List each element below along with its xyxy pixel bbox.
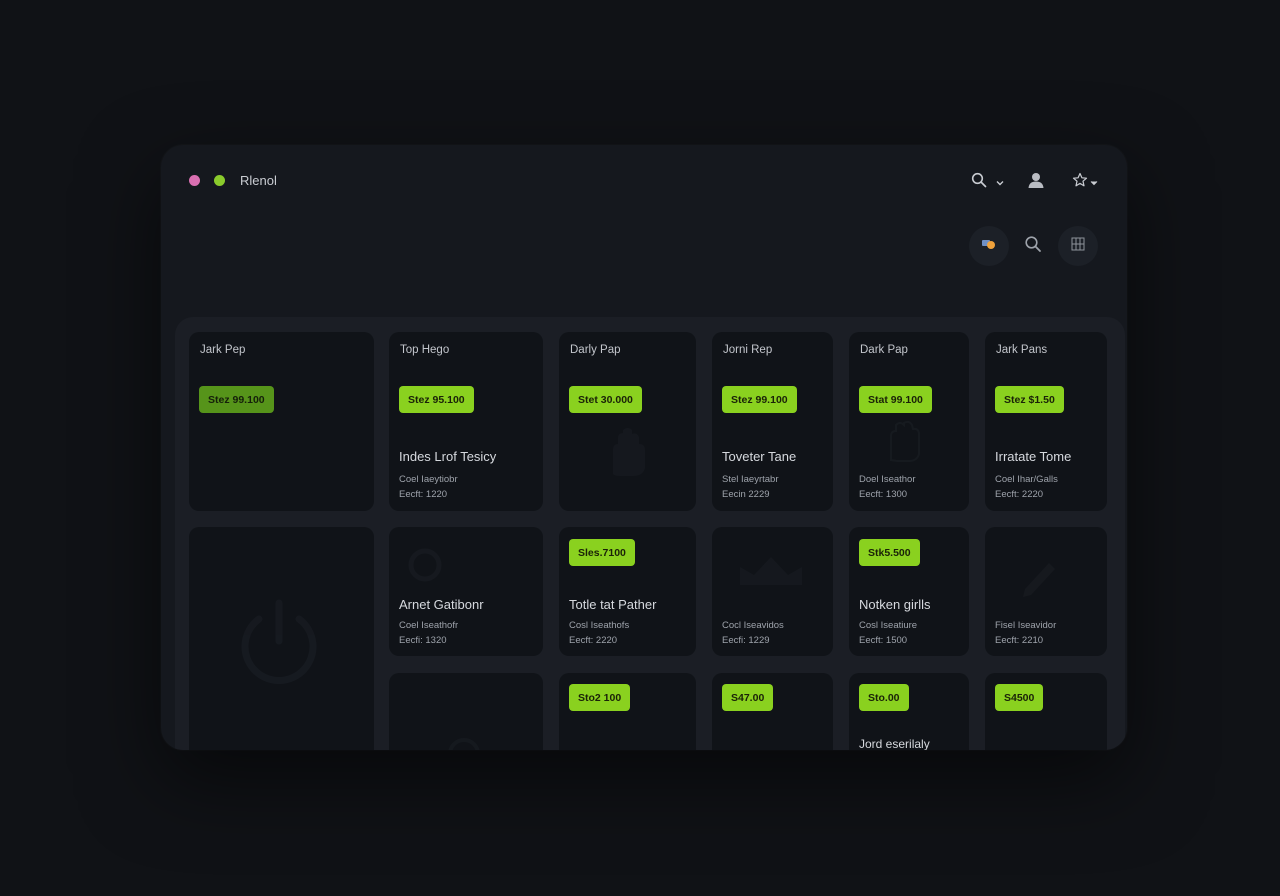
grid-button[interactable] — [1058, 226, 1098, 266]
product-meta: Coel Ihar/Galls — [995, 474, 1058, 485]
product-card[interactable]: Fisel Iseavidor Eecft: 2210 — [985, 527, 1107, 656]
product-meta: Coel Iaeytiobr — [399, 474, 458, 485]
power-icon — [241, 599, 317, 684]
price-badge[interactable]: Stk5.500 — [859, 539, 920, 566]
product-name: Toveter Tane — [722, 449, 797, 464]
product-name: Indes Lrof Tesicy — [399, 449, 497, 464]
search-button[interactable] — [1013, 226, 1053, 266]
card-title: Dark Pap — [860, 344, 908, 356]
price-badge[interactable]: S4500 — [995, 684, 1044, 711]
product-meta: Coel Iseathofr — [399, 620, 459, 631]
product-crown-icon — [740, 557, 802, 585]
product-meta: Cosl Iseatiure — [859, 620, 918, 631]
product-name: Totle tat Pather — [569, 597, 657, 612]
price-badge[interactable]: Stez 99.100 — [199, 386, 274, 413]
price-badge[interactable]: Sto.00 — [859, 684, 909, 711]
price-badge[interactable]: Stet 30.000 — [569, 386, 642, 413]
product-card[interactable]: Jark Pans Stez $1.50 Irratate Tome Coel … — [985, 332, 1107, 511]
app-title: Rlenol — [240, 173, 277, 188]
product-meta: Eecft: 2220 — [995, 489, 1044, 500]
product-grid: Jark Pep Stez 99.100 Top Hego Stez 95.10… — [175, 317, 1125, 750]
search-icon — [1024, 235, 1042, 258]
product-card[interactable]: Jorni Rep Stez 99.100 Toveter Tane Stel … — [712, 332, 833, 511]
product-shape-icon — [448, 738, 480, 750]
product-card[interactable]: Sto.00 Jord eserilaly — [849, 673, 969, 750]
product-card[interactable]: Sto2 100 — [559, 673, 696, 750]
chevron-down-icon[interactable] — [995, 175, 1005, 186]
product-card[interactable]: Jark Pep Stez 99.100 — [189, 332, 374, 511]
chevron-down-icon[interactable] — [1089, 175, 1099, 186]
product-card[interactable]: Stk5.500 Notken girlls Cosl Iseatiure Ee… — [849, 527, 969, 656]
app-window: Rlenol Jark Pep Stez 99.100 Top Hego Ste… — [161, 145, 1127, 750]
product-meta: Eecin 2229 — [722, 489, 770, 500]
product-card[interactable]: Arnet Gatibonr Coel Iseathofr Eecfi: 132… — [389, 527, 543, 656]
product-card[interactable]: Dark Pap Stat 99.100 Doel Iseathor Eecft… — [849, 332, 969, 511]
product-meta: Stel Iaeyrtabr — [722, 474, 779, 485]
product-card[interactable]: S4500 — [985, 673, 1107, 750]
product-card[interactable]: Top Hego Stez 95.100 Indes Lrof Tesicy C… — [389, 332, 543, 511]
price-badge[interactable]: Stez 99.100 — [722, 386, 797, 413]
product-ring-icon — [408, 548, 442, 582]
card-title: Jorni Rep — [723, 344, 773, 356]
product-meta: Doel Iseathor — [859, 474, 916, 485]
product-name: Arnet Gatibonr — [399, 597, 484, 612]
badge-icon — [981, 237, 997, 256]
price-badge[interactable]: Stat 99.100 — [859, 386, 932, 413]
card-title: Top Hego — [400, 344, 450, 356]
product-card-large[interactable] — [189, 527, 374, 750]
user-icon[interactable] — [1026, 170, 1046, 190]
product-meta: Eecft: 1220 — [399, 489, 448, 500]
card-title: Jark Pans — [996, 344, 1048, 356]
product-meta: Eecft: 2210 — [995, 635, 1044, 646]
product-pencil-icon — [1023, 563, 1055, 597]
card-title: Darly Pap — [570, 344, 621, 356]
product-name: Jord eserilaly — [859, 737, 930, 750]
price-badge[interactable]: Sles.7100 — [569, 539, 635, 566]
product-meta: Cosl Iseathofs — [569, 620, 630, 631]
window-dot-green[interactable] — [214, 175, 225, 186]
grid-icon — [1071, 237, 1085, 256]
product-hand-icon — [613, 428, 645, 476]
price-badge[interactable]: Stez $1.50 — [995, 386, 1064, 413]
product-name: Notken girlls — [859, 597, 931, 612]
price-badge[interactable]: S47.00 — [722, 684, 774, 711]
product-meta: Cocl Iseavidos — [722, 620, 784, 631]
product-card[interactable]: Darly Pap Stet 30.000 — [559, 332, 696, 511]
star-icon[interactable] — [1070, 170, 1090, 190]
product-card[interactable]: S47.00 — [712, 673, 833, 750]
window-dot-pink[interactable] — [189, 175, 200, 186]
product-card[interactable]: Cocl Iseavidos Eecfi: 1229 — [712, 527, 833, 656]
product-card[interactable]: Sles.7100 Totle tat Pather Cosl Iseathof… — [559, 527, 696, 656]
product-card[interactable] — [389, 673, 543, 750]
product-meta: Eecfi: 1229 — [722, 635, 770, 646]
search-icon[interactable] — [969, 170, 989, 190]
price-badge[interactable]: Stez 95.100 — [399, 386, 474, 413]
product-meta: Eecft: 1300 — [859, 489, 908, 500]
product-name: Irratate Tome — [995, 449, 1072, 464]
card-title: Jark Pep — [200, 344, 246, 356]
product-hand-icon — [890, 420, 920, 462]
product-meta: Eecft: 1500 — [859, 635, 908, 646]
badge-button[interactable] — [969, 226, 1009, 266]
price-badge[interactable]: Sto2 100 — [569, 684, 631, 711]
product-meta: Fisel Iseavidor — [995, 620, 1057, 631]
title-bar: Rlenol — [161, 145, 1127, 215]
product-meta: Eecft: 2220 — [569, 635, 618, 646]
product-meta: Eecfi: 1320 — [399, 635, 447, 646]
